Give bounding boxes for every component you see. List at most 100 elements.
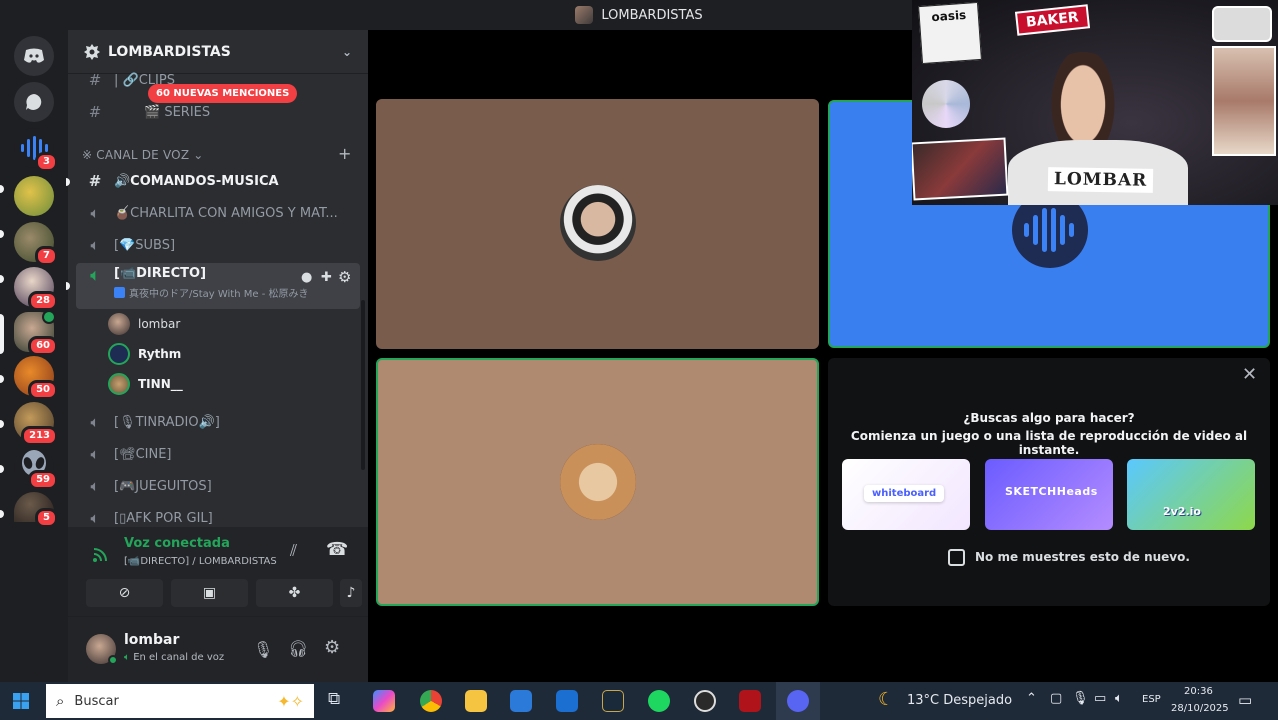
rail-badge: 5 <box>35 508 58 528</box>
device-icon[interactable]: ▢ <box>1050 691 1062 706</box>
channel-tinradio[interactable]: 🔈︎ [🎙TINRADIO🔊] <box>76 408 360 436</box>
league-icon[interactable] <box>602 690 624 712</box>
user-panel: lombar 🔈︎ En el canal de voz 🎙︎ 🎧︎ ⚙ <box>68 617 368 682</box>
sticker-text: LOMBAR <box>1053 169 1148 191</box>
voicemeeter-icon[interactable] <box>739 690 761 712</box>
app-name: 2v2.io <box>1163 505 1201 518</box>
windows-start-icon[interactable] <box>13 693 29 709</box>
direct-messages-button[interactable] <box>14 82 54 122</box>
discord-taskbar-icon[interactable] <box>787 690 809 712</box>
rail-badge: 3 <box>35 152 58 172</box>
server-icon <box>575 6 594 24</box>
avatar <box>108 313 130 335</box>
taskbar-search[interactable]: ⌕ Buscar ✦✧ <box>46 684 314 718</box>
activity-text: 真夜中のドア/Stay With Me - 松原みき <box>129 289 309 300</box>
search-highlight-icon: ✦✧ <box>277 691 304 711</box>
microphone-icon[interactable]: 🎙︎ <box>253 640 273 659</box>
sticker-collage <box>912 137 1009 201</box>
speaker-icon: 🔈︎ <box>90 509 100 527</box>
video-tile-lombar[interactable] <box>376 99 819 349</box>
activities-icon: ✤ <box>288 585 301 601</box>
voice-member-lombar[interactable]: lombar <box>108 311 180 337</box>
task-view-icon[interactable]: ⧉ <box>328 689 340 709</box>
voice-member-tinn[interactable]: TINN__ <box>108 371 183 397</box>
screen-share-button[interactable]: ▣ <box>171 579 248 607</box>
voice-location[interactable]: [📹DIRECTO] / LOMBARDISTAS <box>124 556 277 567</box>
volume-icon[interactable]: 🔈︎ <box>1115 691 1123 706</box>
chat-icon[interactable]: ● <box>301 270 312 285</box>
headphones-icon[interactable]: 🎧︎ <box>288 639 308 658</box>
chevron-down-icon: ⌄ <box>341 44 352 59</box>
channel-cine[interactable]: 🔈︎ [📽CINE] <box>76 440 360 468</box>
video-tile-tinn[interactable] <box>376 358 819 606</box>
app-card-whiteboard[interactable]: whiteboard <box>842 459 970 530</box>
server-6[interactable]: 213 <box>14 402 58 446</box>
noise-suppression-icon[interactable]: ⫽ <box>290 541 297 561</box>
sidebar-scrollbar[interactable] <box>361 300 365 470</box>
invite-icon[interactable]: ✚ <box>321 270 332 285</box>
weather-text[interactable]: 13°C Despejado <box>907 693 1012 708</box>
speaker-icon: 🔈︎ <box>90 477 100 495</box>
server-2[interactable]: 7 <box>14 222 58 266</box>
server-7[interactable]: 59 <box>14 446 58 490</box>
channel-charlita[interactable]: 🔈︎ 🧉CHARLITA CON AMIGOS Y MAT... <box>76 199 360 227</box>
camera-button[interactable]: ⊘ <box>86 579 163 607</box>
disconnect-icon[interactable]: ☎ <box>326 539 348 560</box>
gear-icon[interactable]: ⚙ <box>324 637 340 658</box>
server-5[interactable]: 50 <box>14 356 58 400</box>
gear-icon[interactable]: ⚙ <box>338 268 351 286</box>
soundboard-button[interactable]: ♪ <box>340 579 362 607</box>
category-header[interactable]: ※ CANAL DE VOZ ⌄ <box>82 148 204 162</box>
obs-icon[interactable] <box>694 690 716 712</box>
category-label: ※ CANAL DE VOZ <box>82 148 190 162</box>
app-card-sketchheads[interactable]: SKETCHHeads <box>985 459 1113 530</box>
app-card-2v2io[interactable]: 2v2.io <box>1127 459 1255 530</box>
spotify-icon[interactable] <box>648 690 670 712</box>
rail-badge: 213 <box>21 426 58 446</box>
channel-comandos-musica[interactable]: # 🔊COMANDOS-MUSICA <box>76 167 360 195</box>
avatar <box>560 444 636 520</box>
dont-show-checkbox[interactable] <box>948 549 965 566</box>
activities-button[interactable]: ✤ <box>256 579 333 607</box>
speaker-icon: 🔈︎ <box>90 413 100 431</box>
chevron-down-icon: ⌄ <box>193 148 204 162</box>
voice-status: Voz conectada <box>124 536 230 551</box>
channel-directo[interactable]: 🔈︎ [📹DIRECTO] 真夜中のドア/Stay With Me - 松原みき <box>76 263 360 309</box>
server-3[interactable]: 28 <box>14 267 58 311</box>
username: lombar <box>124 632 180 648</box>
unread-indicator <box>66 178 70 186</box>
channel-subs[interactable]: 🔈︎ [💎SUBS] <box>76 231 360 259</box>
clock-date[interactable]: 28/10/2025 <box>1171 703 1229 714</box>
file-explorer-icon[interactable] <box>465 690 487 712</box>
copilot-icon[interactable] <box>373 690 395 712</box>
language-indicator[interactable]: ESP <box>1142 694 1161 705</box>
server-1[interactable] <box>14 176 54 216</box>
speaker-icon: 🔈︎ <box>90 236 100 254</box>
microphone-icon[interactable]: 🎙︎ <box>1072 691 1089 706</box>
close-icon[interactable]: ✕ <box>1242 364 1257 385</box>
discord-home-button[interactable] <box>14 36 54 76</box>
store-icon[interactable] <box>510 690 532 712</box>
windows-taskbar: ⌕ Buscar ✦✧ ⧉ ☾ 13°C Despejado ⌃ ▢ 🎙︎ ▭ … <box>0 682 1278 720</box>
notification-icon[interactable]: ▭ <box>1238 691 1252 709</box>
server-rythm[interactable]: 3 <box>14 128 58 172</box>
server-8[interactable]: 5 <box>14 492 58 528</box>
add-channel-icon[interactable]: + <box>338 144 351 163</box>
voice-member-rythm[interactable]: Rythm <box>108 341 181 367</box>
sticker-camera <box>1212 6 1272 42</box>
chevron-up-icon[interactable]: ⌃ <box>1026 691 1037 706</box>
outlook-icon[interactable] <box>556 690 578 712</box>
voice-connection-panel: Voz conectada [📹DIRECTO] / LOMBARDISTAS … <box>68 527 368 617</box>
unread-indicator <box>0 420 4 428</box>
channel-label: 🧉CHARLITA CON AMIGOS Y MAT... <box>114 205 338 221</box>
server-lombardistas[interactable]: 60 <box>14 310 58 356</box>
network-icon[interactable]: ▭ <box>1094 691 1106 706</box>
clock-time[interactable]: 20:36 <box>1184 686 1213 697</box>
sticker-lombar: LOMBAR <box>1047 167 1154 193</box>
hash-icon: # <box>88 71 102 89</box>
chrome-icon[interactable] <box>420 690 442 712</box>
new-mentions-pill[interactable]: 60 NUEVAS MENCIONES <box>148 84 298 103</box>
camera-off-icon: ⊘ <box>118 585 131 601</box>
channel-label: [📽CINE] <box>114 446 172 462</box>
channel-jueguitos[interactable]: 🔈︎ [🎮JUEGUITOS] <box>76 472 360 500</box>
